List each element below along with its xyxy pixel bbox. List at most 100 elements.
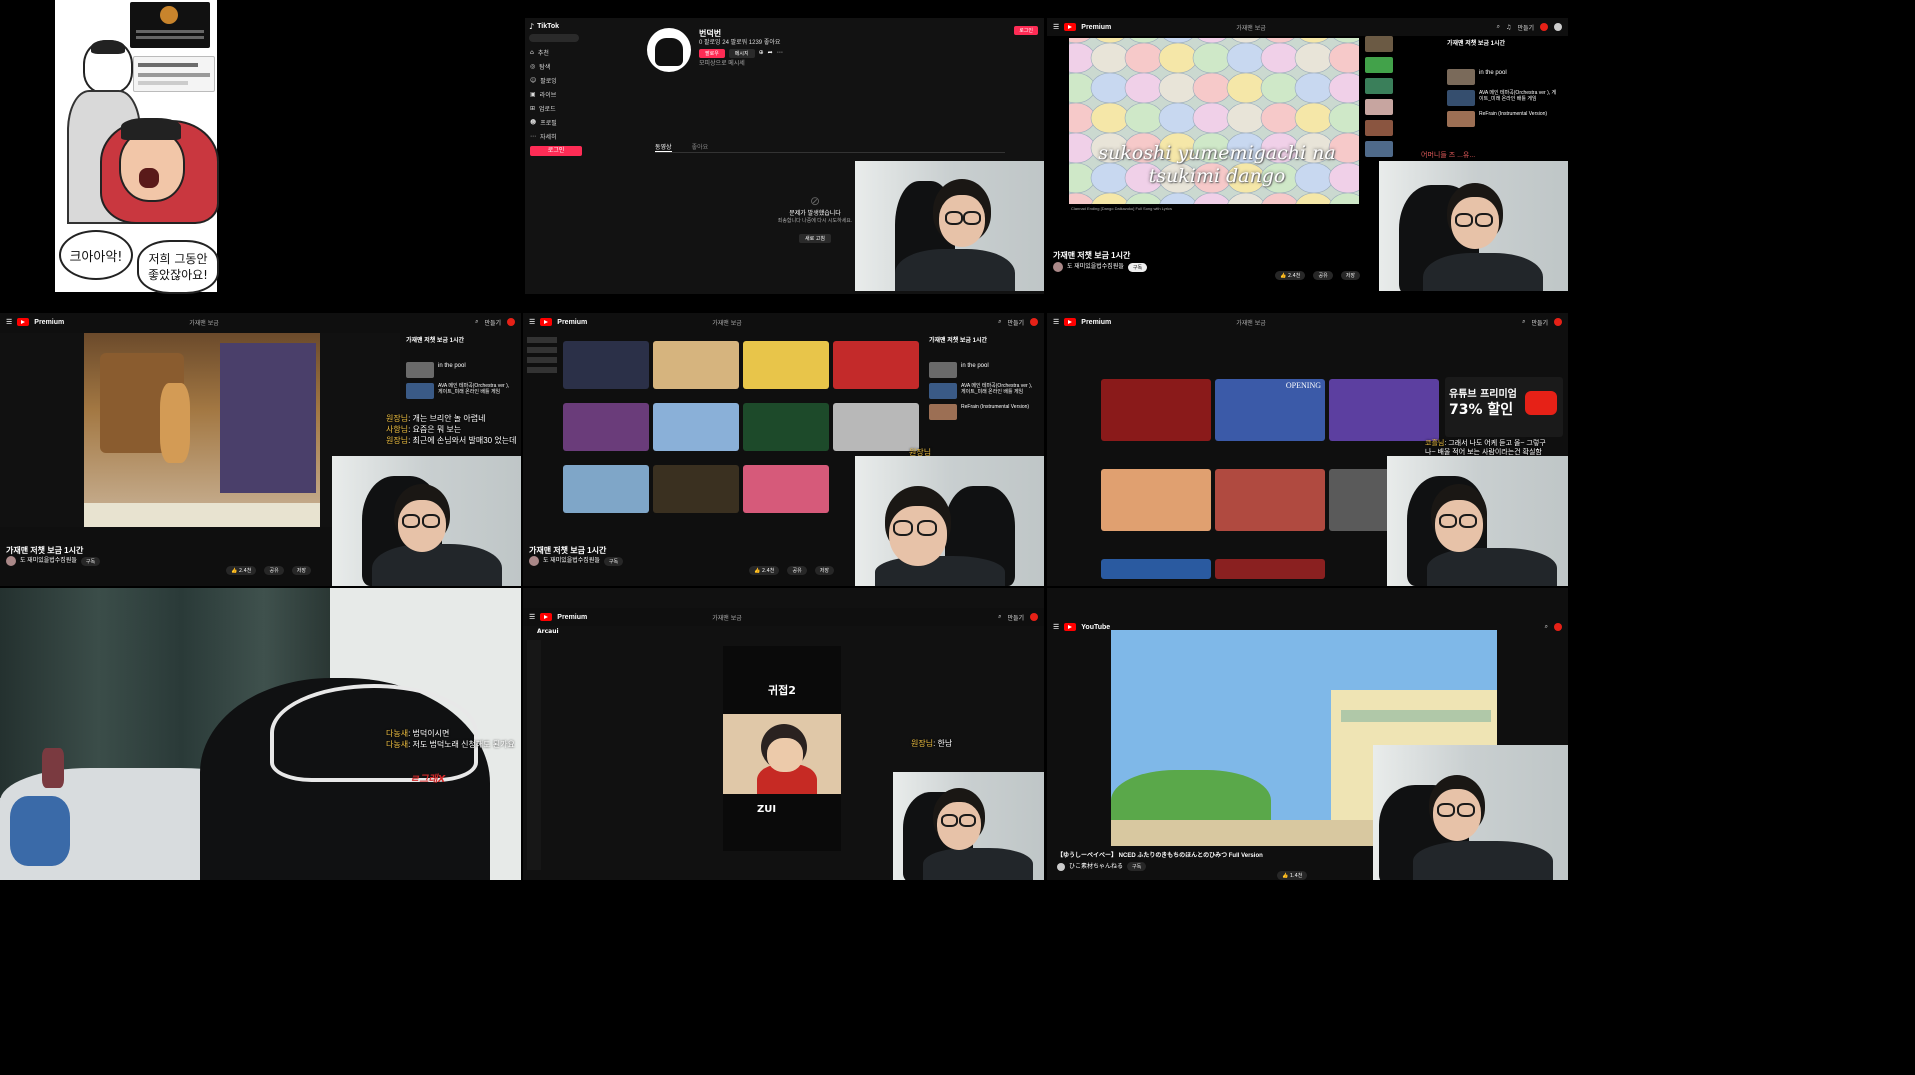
playlist-item[interactable]: AVA 메인 테마곡(Orchestra ver ), 게이트_미래 온라인 배… (1447, 90, 1557, 106)
youtube-logo-icon[interactable] (1064, 23, 1077, 31)
grid-thumbnail[interactable] (1329, 379, 1439, 441)
grid-thumbnail[interactable] (563, 403, 649, 451)
avatar[interactable] (1554, 23, 1562, 31)
create-button[interactable]: 만들기 (1007, 318, 1024, 327)
tiktok-topright-button[interactable]: 로그인 (1014, 26, 1038, 35)
grid-thumbnail[interactable] (653, 341, 739, 389)
tiktok-search[interactable] (529, 34, 579, 42)
search-icon[interactable]: ⌕ (1545, 623, 1548, 631)
notification-icon[interactable] (1030, 613, 1038, 621)
save-button[interactable]: 저장 (814, 566, 834, 575)
menu-icon[interactable]: ☰ (6, 318, 12, 326)
playlist-item[interactable]: AVA 메인 테마곡(Orchestra ver ), 게이트_미래 온라인 배… (929, 383, 1037, 399)
youtube-search-input[interactable]: 가재맨 보금 (1236, 318, 1266, 327)
share-button[interactable]: 공유 (264, 566, 284, 575)
grid-thumbnail[interactable] (1101, 379, 1211, 441)
channel-avatar[interactable] (1057, 862, 1065, 871)
grid-thumbnail[interactable] (1101, 469, 1211, 531)
save-button[interactable]: 저장 (1340, 271, 1360, 280)
grid-thumbnail[interactable] (653, 403, 739, 451)
tiktok-login-button[interactable]: 로그인 (530, 146, 582, 156)
channel-avatar[interactable] (529, 556, 539, 566)
subscribe-button[interactable]: 구독 (1127, 262, 1148, 272)
share-icon[interactable]: ➦ (768, 49, 773, 58)
arca-card[interactable]: 귀접2 ZUI (723, 646, 841, 851)
grid-thumbnail[interactable]: OPENING (1215, 379, 1325, 441)
subscribe-button[interactable]: 구독 (1127, 862, 1147, 871)
channel-name[interactable]: ひこ素材ちゃんねる (1069, 863, 1123, 871)
tiktok-nav-6[interactable]: ⋯ 자세히 (530, 132, 590, 141)
create-button[interactable]: 만들기 (1517, 23, 1534, 32)
grid-thumbnail[interactable] (1215, 469, 1325, 531)
video-player[interactable]: sukoshi yumemigachi na tsukimi dango (1069, 38, 1359, 204)
menu-icon[interactable]: ☰ (529, 318, 535, 326)
playlist-item[interactable]: ReFrain (Instrumental Version) (929, 404, 1037, 420)
channel-avatar[interactable] (6, 556, 16, 566)
grid-thumbnail[interactable] (1215, 559, 1325, 579)
search-icon[interactable]: ⌕ (1497, 23, 1500, 31)
grid-thumbnail[interactable] (743, 465, 829, 513)
like-button[interactable]: 👍 1.4천 (1277, 871, 1308, 880)
tiktok-nav-5[interactable]: ☻ 프로필 (530, 118, 590, 127)
like-button[interactable]: 👍 2.4천 (749, 566, 780, 575)
notification-icon[interactable] (507, 318, 515, 326)
playlist-item[interactable]: AVA 메인 테마곡(Orchestra ver ), 게이트_미래 온라인 배… (406, 383, 514, 399)
tiktok-message-button[interactable]: 메시지 (728, 49, 755, 58)
tiktok-follow-button[interactable]: 팔로우 (699, 49, 725, 58)
grid-thumbnail[interactable] (833, 403, 919, 451)
playlist-item[interactable]: in the pool (1447, 69, 1557, 85)
youtube-logo-icon[interactable] (540, 318, 553, 326)
search-icon[interactable]: ⌕ (998, 613, 1001, 621)
premium-promo[interactable]: 유튜브 프리미엄 73% 할인 (1445, 377, 1563, 437)
tiktok-nav-0[interactable]: ⌂ 추천 (530, 48, 590, 57)
grid-thumbnail[interactable] (743, 403, 829, 451)
youtube-search-input[interactable]: 가재맨 보금 (189, 318, 219, 327)
playlist-item[interactable]: in the pool (406, 362, 514, 378)
playlist-item[interactable]: ReFrain (Instrumental Version) (1447, 111, 1557, 127)
like-button[interactable]: 👍 2.4천 (226, 566, 257, 575)
tiktok-logo[interactable]: TikTok (537, 23, 559, 30)
youtube-search-input[interactable]: 가재맨 보금 (1236, 23, 1266, 32)
tiktok-tab-likes[interactable]: 좋아요 (692, 142, 709, 152)
arca-brand[interactable]: Arcaui (537, 628, 559, 635)
save-button[interactable]: 저장 (291, 566, 311, 575)
subscribe-button[interactable]: 구독 (80, 556, 101, 566)
tiktok-refresh-button[interactable]: 새로 고침 (799, 234, 831, 243)
create-button[interactable]: 만들기 (1531, 318, 1548, 327)
search-icon[interactable]: ⌕ (1522, 318, 1525, 326)
menu-icon[interactable]: ☰ (1053, 23, 1059, 31)
youtube-search-input[interactable]: 가재맨 보금 (712, 613, 742, 622)
search-icon[interactable]: ⌕ (998, 318, 1001, 326)
more-icon[interactable]: ⋯ (777, 49, 783, 58)
youtube-logo-icon[interactable] (540, 613, 553, 621)
notification-icon[interactable] (1554, 318, 1562, 326)
create-button[interactable]: 만들기 (484, 318, 501, 327)
youtube-logo-icon[interactable] (17, 318, 30, 326)
tiktok-nav-3[interactable]: ▣ 라이브 (530, 90, 590, 99)
subscribe-button[interactable]: 구독 (603, 556, 624, 566)
channel-name[interactable]: 도 재미있을법수집원들 (1067, 263, 1124, 271)
create-button[interactable]: 만들기 (1007, 613, 1024, 622)
menu-icon[interactable]: ☰ (529, 613, 535, 621)
add-user-icon[interactable]: ⊕ (759, 49, 764, 58)
grid-thumbnail[interactable] (563, 465, 649, 513)
notification-icon[interactable] (1554, 623, 1562, 631)
share-button[interactable]: 공유 (787, 566, 807, 575)
playlist-item[interactable]: in the pool (929, 362, 1037, 378)
tiktok-nav-1[interactable]: ◎ 탐색 (530, 62, 590, 71)
grid-thumbnail[interactable] (563, 341, 649, 389)
tiktok-nav-4[interactable]: ⊞ 업로드 (530, 104, 590, 113)
youtube-logo-icon[interactable] (1064, 318, 1077, 326)
grid-thumbnail[interactable] (1101, 559, 1211, 579)
grid-thumbnail[interactable] (653, 465, 739, 513)
youtube-search-input[interactable]: 가재맨 보금 (712, 318, 742, 327)
menu-icon[interactable]: ☰ (1053, 623, 1059, 631)
grid-thumbnail[interactable] (833, 341, 919, 389)
search-icon[interactable]: ⌕ (475, 318, 478, 326)
menu-icon[interactable]: ☰ (1053, 318, 1059, 326)
tiktok-nav-2[interactable]: ☺ 팔로잉 (530, 76, 590, 85)
mic-icon[interactable]: ♫ (1506, 24, 1511, 31)
grid-thumbnail[interactable] (743, 341, 829, 389)
share-button[interactable]: 공유 (1313, 271, 1333, 280)
youtube-logo-icon[interactable] (1064, 623, 1077, 631)
